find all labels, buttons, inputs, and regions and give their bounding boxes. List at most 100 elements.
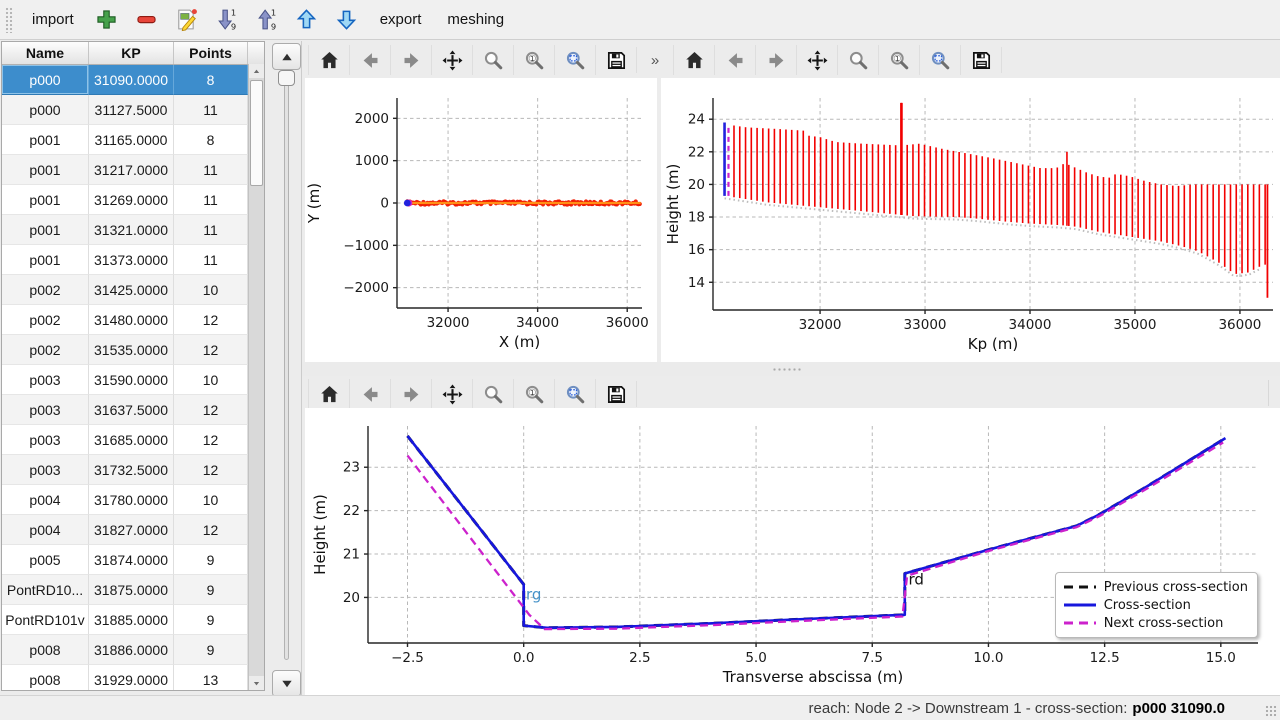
pan-button[interactable] <box>431 45 472 75</box>
cell-kp[interactable]: 31780.0000 <box>89 485 174 515</box>
longitudinal-profile-plot[interactable]: 3200033000340003500036000141618202224Kp … <box>661 78 1280 362</box>
table-row[interactable]: p00431827.000012 <box>2 515 264 545</box>
cell-points[interactable]: 10 <box>174 485 248 515</box>
cell-kp[interactable]: 31269.0000 <box>89 185 174 215</box>
table-row[interactable]: PontRD101v31885.00009 <box>2 605 264 635</box>
save-button[interactable] <box>960 45 1001 75</box>
table-scrollbar[interactable] <box>248 64 264 690</box>
cell-points[interactable]: 12 <box>174 305 248 335</box>
cell-name[interactable]: p008 <box>2 665 89 691</box>
edit-cross-section-button[interactable] <box>169 4 205 36</box>
zoom-one-button[interactable]: 1 <box>513 379 554 409</box>
cell-points[interactable]: 9 <box>174 575 248 605</box>
home-button[interactable] <box>308 45 349 75</box>
cell-points[interactable]: 10 <box>174 365 248 395</box>
zoom-select-button[interactable] <box>554 45 595 75</box>
table-row[interactable]: p00331685.000012 <box>2 425 264 455</box>
cell-name[interactable]: PontRD10... <box>2 575 89 605</box>
cell-name[interactable]: p003 <box>2 365 89 395</box>
column-header-points[interactable]: Points <box>174 42 248 64</box>
cell-name[interactable]: p000 <box>2 65 89 95</box>
column-header-name[interactable]: Name <box>2 42 89 64</box>
sort-ascending-button[interactable]: 19 <box>249 4 285 36</box>
scroll-up-icon[interactable] <box>249 64 264 78</box>
sort-descending-button[interactable]: 19 <box>209 4 245 36</box>
table-row[interactable]: p00331590.000010 <box>2 365 264 395</box>
cell-name[interactable]: p001 <box>2 185 89 215</box>
cell-name[interactable]: p001 <box>2 215 89 245</box>
cell-kp[interactable]: 31425.0000 <box>89 275 174 305</box>
forward-button[interactable] <box>390 379 431 409</box>
cell-points[interactable]: 11 <box>174 185 248 215</box>
table-row[interactable]: p00431780.000010 <box>2 485 264 515</box>
cell-kp[interactable]: 31874.0000 <box>89 545 174 575</box>
zoom-one-button[interactable]: 1 <box>878 45 919 75</box>
cell-points[interactable]: 12 <box>174 395 248 425</box>
cell-kp[interactable]: 31827.0000 <box>89 515 174 545</box>
cell-name[interactable]: p003 <box>2 425 89 455</box>
cell-points[interactable]: 10 <box>174 275 248 305</box>
cell-points[interactable]: 8 <box>174 65 248 95</box>
next-cross-section-button[interactable] <box>272 670 301 697</box>
back-button[interactable] <box>349 379 390 409</box>
cell-points[interactable]: 11 <box>174 215 248 245</box>
cell-name[interactable]: PontRD101v <box>2 605 89 635</box>
cell-kp[interactable]: 31321.0000 <box>89 215 174 245</box>
move-down-button[interactable] <box>329 4 365 36</box>
previous-cross-section-button[interactable] <box>272 43 301 70</box>
export-button[interactable]: export <box>369 6 433 33</box>
forward-button[interactable] <box>390 45 431 75</box>
cell-name[interactable]: p002 <box>2 305 89 335</box>
cell-name[interactable]: p001 <box>2 155 89 185</box>
cell-points[interactable]: 12 <box>174 425 248 455</box>
cell-points[interactable]: 9 <box>174 605 248 635</box>
cell-name[interactable]: p002 <box>2 275 89 305</box>
cell-kp[interactable]: 31875.0000 <box>89 575 174 605</box>
table-row[interactable]: p00831929.000013 <box>2 665 264 691</box>
table-row[interactable]: p00131217.000011 <box>2 155 264 185</box>
toolbar-overflow-button[interactable]: » <box>637 52 673 69</box>
forward-button[interactable] <box>755 45 796 75</box>
table-row[interactable]: PontRD10...31875.00009 <box>2 575 264 605</box>
move-up-button[interactable] <box>289 4 325 36</box>
cell-points[interactable]: 11 <box>174 95 248 125</box>
cell-name[interactable]: p002 <box>2 335 89 365</box>
zoom-button[interactable] <box>472 45 513 75</box>
cell-points[interactable]: 12 <box>174 455 248 485</box>
meshing-button[interactable]: meshing <box>436 6 515 33</box>
back-button[interactable] <box>349 45 390 75</box>
scroll-down-icon[interactable] <box>249 676 264 690</box>
table-row[interactable]: p00031090.00008 <box>2 65 264 95</box>
table-row[interactable]: p00831886.00009 <box>2 635 264 665</box>
zoom-button[interactable] <box>837 45 878 75</box>
cell-kp[interactable]: 31217.0000 <box>89 155 174 185</box>
table-row[interactable]: p00231535.000012 <box>2 335 264 365</box>
add-cross-section-button[interactable] <box>89 4 125 36</box>
table-row[interactable]: p00131269.000011 <box>2 185 264 215</box>
zoom-button[interactable] <box>472 379 513 409</box>
cell-kp[interactable]: 31885.0000 <box>89 605 174 635</box>
cross-section-slider-handle[interactable] <box>278 70 295 86</box>
save-button[interactable] <box>595 379 636 409</box>
toolbar-drag-handle[interactable] <box>5 7 13 33</box>
save-button[interactable] <box>595 45 636 75</box>
cell-name[interactable]: p004 <box>2 515 89 545</box>
horizontal-splitter[interactable] <box>302 362 1280 376</box>
cell-points[interactable]: 9 <box>174 635 248 665</box>
cell-kp[interactable]: 31480.0000 <box>89 305 174 335</box>
remove-cross-section-button[interactable] <box>129 4 165 36</box>
column-header-kp[interactable]: KP <box>89 42 174 64</box>
cell-name[interactable]: p001 <box>2 245 89 275</box>
cell-name[interactable]: p000 <box>2 95 89 125</box>
cell-points[interactable]: 8 <box>174 125 248 155</box>
cell-kp[interactable]: 31886.0000 <box>89 635 174 665</box>
cell-kp[interactable]: 31535.0000 <box>89 335 174 365</box>
cell-kp[interactable]: 31637.5000 <box>89 395 174 425</box>
cell-kp[interactable]: 31373.0000 <box>89 245 174 275</box>
table-row[interactable]: p00231480.000012 <box>2 305 264 335</box>
zoom-select-button[interactable] <box>919 45 960 75</box>
cell-name[interactable]: p004 <box>2 485 89 515</box>
cell-points[interactable]: 11 <box>174 155 248 185</box>
cell-kp[interactable]: 31732.5000 <box>89 455 174 485</box>
cell-points[interactable]: 11 <box>174 245 248 275</box>
